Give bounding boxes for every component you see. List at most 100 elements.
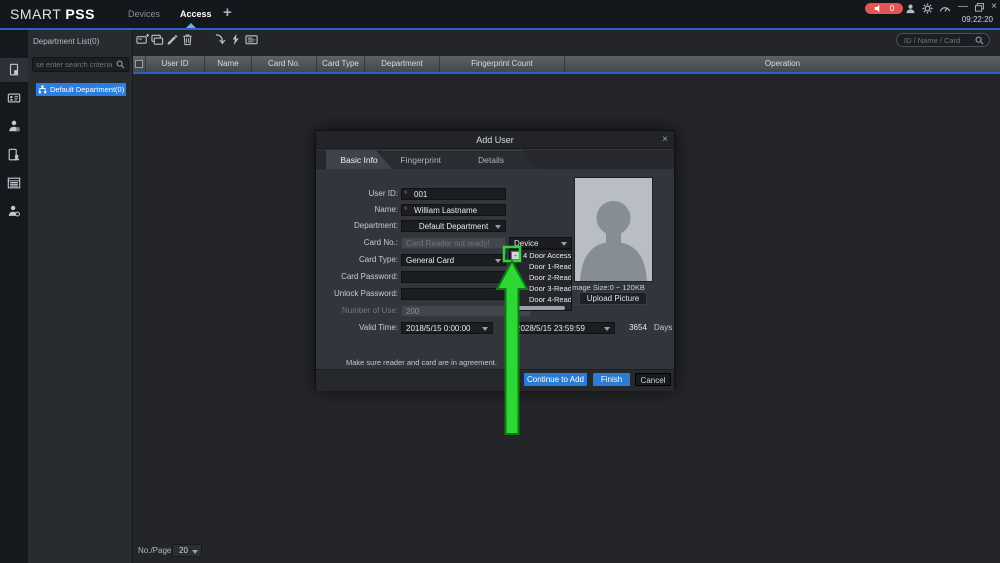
- department-item-default[interactable]: Default Department(0): [36, 83, 126, 96]
- user-id-field[interactable]: [401, 188, 506, 200]
- column-name[interactable]: Name: [205, 56, 252, 72]
- person-silhouette-icon: [575, 178, 652, 281]
- department-select[interactable]: Default Department: [401, 220, 506, 232]
- edit-icon[interactable]: [166, 33, 179, 46]
- speaker-icon: [874, 4, 883, 13]
- user-search-box[interactable]: [896, 33, 990, 47]
- department-label: Department:: [353, 221, 398, 230]
- user-table-header: User ID Name Card No. Card Type Departme…: [133, 56, 1000, 72]
- device-tree-dropdown: - 4 Door Access C Door 1-Reade Door 2-Re…: [509, 249, 572, 311]
- image-size-hint: Image Size:0 ~ 120KB: [570, 283, 645, 292]
- department-panel: Department List(0) Default Department(0): [28, 30, 133, 563]
- card-type-select-value: General Card: [406, 256, 455, 265]
- column-card-type[interactable]: Card Type: [317, 56, 365, 72]
- required-marker: *: [404, 205, 408, 215]
- nav-console-icon[interactable]: [0, 58, 28, 82]
- app-logo: SMART PSS: [10, 6, 95, 22]
- page-size-value: 20: [179, 546, 188, 555]
- valid-time-label: Valid Time:: [359, 323, 398, 332]
- upload-picture-button[interactable]: Upload Picture: [579, 292, 647, 305]
- alarm-count: 0: [889, 4, 895, 13]
- nav-door-permission-icon[interactable]: [0, 143, 28, 167]
- device-tree-root-label: 4 Door Access C: [523, 251, 572, 260]
- dialog-titlebar: Add User ×: [316, 131, 674, 149]
- valid-to-value: 2028/5/15 23:59:59: [516, 324, 585, 333]
- device-tree-item[interactable]: Door 3-Reade: [510, 283, 571, 294]
- cancel-button[interactable]: Cancel: [635, 373, 671, 386]
- valid-from-picker[interactable]: 2018/5/15 0:00:00: [401, 322, 493, 334]
- number-of-use-label: Number of Use:: [341, 306, 398, 315]
- tab-details[interactable]: Details: [444, 150, 538, 169]
- account-icon[interactable]: [905, 3, 916, 14]
- delete-icon[interactable]: [181, 33, 194, 46]
- nav-id-card-icon[interactable]: [0, 86, 28, 110]
- gear-icon[interactable]: [922, 3, 933, 14]
- card-type-select[interactable]: General Card: [401, 254, 506, 266]
- column-card-no[interactable]: Card No.: [252, 56, 317, 72]
- card-no-field: [401, 237, 506, 249]
- new-tab-button[interactable]: +: [223, 4, 232, 21]
- dialog-close-icon[interactable]: ×: [662, 131, 668, 149]
- tree-collapse-toggle[interactable]: -: [511, 251, 520, 260]
- device-tree-item[interactable]: Door 1-Reade: [510, 261, 571, 272]
- close-button[interactable]: ×: [987, 1, 1000, 13]
- page-size-select[interactable]: 20: [172, 544, 202, 557]
- alarm-badge[interactable]: 0: [865, 3, 903, 14]
- device-tree-root[interactable]: - 4 Door Access C: [510, 250, 571, 261]
- smartpss-window: SMART PSS Devices Access + 0 — × 09:22:2…: [0, 0, 1000, 563]
- titlebar: SMART PSS Devices Access + 0 — × 09:22:2…: [0, 0, 1000, 28]
- column-operation[interactable]: Operation: [565, 56, 1000, 72]
- device-tree-item[interactable]: Door 4-Reade: [510, 294, 571, 305]
- select-all-checkbox[interactable]: [133, 56, 146, 72]
- tab-access[interactable]: Access: [180, 9, 212, 19]
- add-user-dialog: Add User × Basic Info Fingerprint Info D…: [315, 130, 675, 391]
- device-select[interactable]: Device: [509, 237, 572, 249]
- finish-button[interactable]: Finish: [593, 373, 630, 386]
- valid-from-value: 2018/5/15 0:00:00: [406, 324, 471, 333]
- nav-admin-user-icon[interactable]: [0, 199, 28, 223]
- reader-note: Make sure reader and card are in agreeme…: [346, 358, 497, 367]
- gauge-icon[interactable]: [939, 3, 951, 14]
- column-department[interactable]: Department: [365, 56, 440, 72]
- user-photo-placeholder: [574, 177, 653, 282]
- org-tree-icon: [38, 85, 47, 94]
- continue-to-add-button[interactable]: Continue to Add: [524, 373, 587, 386]
- department-list-title: Department List(0): [33, 37, 100, 46]
- search-icon: [116, 60, 125, 69]
- card-password-label: Card Password:: [341, 272, 398, 281]
- department-search-box[interactable]: [32, 57, 129, 72]
- required-marker: *: [404, 189, 408, 199]
- name-field[interactable]: [401, 204, 506, 216]
- unlock-password-label: Unlock Password:: [333, 289, 398, 298]
- add-user-icon[interactable]: [136, 33, 149, 46]
- brand-smart: SMART: [10, 6, 61, 22]
- dialog-title: Add User: [476, 135, 514, 145]
- device-select-value: Device: [514, 239, 539, 248]
- nav-schedule-icon[interactable]: [0, 171, 28, 195]
- card-info-icon[interactable]: [245, 33, 258, 46]
- device-tree-item[interactable]: Door 2-Reade: [510, 272, 571, 283]
- user-search-input[interactable]: [897, 35, 975, 45]
- batch-add-icon[interactable]: [151, 33, 164, 46]
- valid-to-picker[interactable]: 2028/5/15 23:59:59: [511, 322, 615, 334]
- chevron-down-icon: [604, 327, 610, 331]
- department-search-input[interactable]: [33, 60, 116, 69]
- extract-info-icon[interactable]: [214, 33, 227, 46]
- issue-card-icon[interactable]: [229, 33, 242, 46]
- tab-devices[interactable]: Devices: [128, 9, 160, 19]
- nav-user-icon[interactable]: [0, 114, 28, 138]
- horizontal-scrollbar[interactable]: [512, 306, 565, 310]
- card-type-label: Card Type:: [359, 255, 398, 264]
- department-item-label: Default Department(0): [50, 85, 125, 94]
- checkbox-icon: [135, 60, 143, 68]
- minimize-button[interactable]: —: [956, 1, 970, 13]
- column-fingerprint-count[interactable]: Fingerprint Count: [440, 56, 565, 72]
- brand-pss: PSS: [65, 6, 95, 22]
- card-no-label: Card No.:: [363, 238, 398, 247]
- days-label: Days: [654, 323, 673, 332]
- maximize-button[interactable]: [972, 1, 986, 13]
- page-size-label: No./Page: [138, 546, 172, 555]
- accent-divider: [0, 28, 1000, 30]
- column-user-id[interactable]: User ID: [146, 56, 205, 72]
- left-icon-rail: [0, 30, 28, 563]
